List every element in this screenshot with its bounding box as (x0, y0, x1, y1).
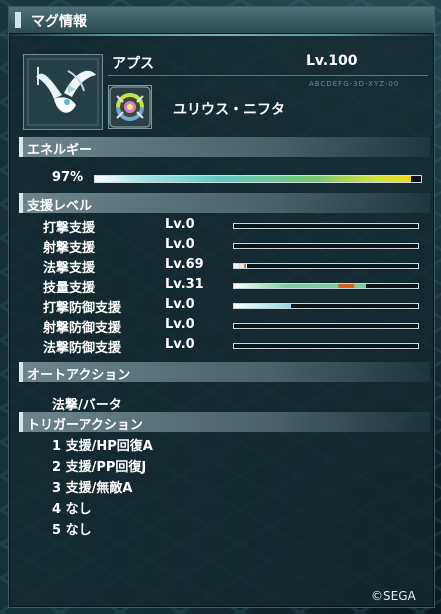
support-progress-bar (233, 283, 419, 289)
support-progress-bar (233, 303, 419, 309)
support-row: 打撃支援 Lv.0 (43, 217, 423, 236)
mag-info-panel: マグ情報 アプス Lv.100 ABCDEFG-3D-XYZ-00 ユリウス・ニ… (8, 6, 435, 608)
support-row: 技量支援 Lv.31 (43, 277, 423, 296)
support-progress-bar (233, 343, 419, 349)
support-row: 射撃防御支援 Lv.0 (43, 317, 423, 336)
energy-header: エネルギー (19, 137, 430, 158)
support-label: 法撃防御支援 (43, 341, 122, 356)
support-level: Lv.0 (165, 217, 195, 232)
support-progress-fill (234, 304, 292, 308)
auto-action-header: オートアクション (19, 362, 430, 383)
support-progress-bar (233, 243, 419, 249)
auto-action-header-label: オートアクション (27, 368, 131, 383)
support-row: 射撃支援 Lv.0 (43, 237, 423, 256)
mag-name: アプス (112, 56, 154, 72)
energy-percent: 97% (52, 170, 84, 185)
support-level: Lv.0 (165, 317, 195, 332)
support-row: 法撃支援 Lv.69 (43, 257, 423, 276)
glow-line (0, 34, 441, 36)
support-progress-bar (233, 223, 419, 229)
winged-mag-icon (24, 55, 102, 129)
support-level: Lv.69 (165, 257, 204, 272)
energy-header-label: エネルギー (27, 143, 93, 158)
title-bar[interactable]: マグ情報 (9, 7, 434, 35)
support-header-label: 支援レベル (27, 199, 93, 214)
trigger-item: 2 支援/PP回復J (52, 460, 147, 475)
support-level: Lv.0 (165, 337, 195, 352)
trigger-action-header: トリガーアクション (19, 412, 430, 433)
photon-blast-icon (109, 86, 151, 128)
auto-action-value: 法撃/バータ (52, 398, 122, 413)
trigger-item: 5 なし (52, 523, 92, 538)
support-progress-bar (233, 323, 419, 329)
divider (108, 75, 428, 76)
trigger-item: 1 支援/HP回復A (52, 439, 153, 454)
trigger-item: 4 なし (52, 502, 92, 517)
support-progress-fill (234, 264, 247, 268)
window-title: マグ情報 (31, 14, 87, 30)
trigger-item: 3 支援/無敵A (52, 481, 133, 496)
support-progress-bar (233, 263, 419, 269)
support-level: Lv.0 (165, 237, 195, 252)
support-label: 射撃防御支援 (43, 321, 122, 336)
support-header: 支援レベル (19, 193, 430, 214)
energy-bar (94, 175, 422, 183)
title-accent (15, 12, 21, 28)
trigger-action-header-label: トリガーアクション (27, 418, 143, 433)
mag-portrait (23, 54, 103, 130)
support-label: 技量支援 (43, 281, 96, 296)
support-label: 法撃支援 (43, 261, 96, 276)
photon-blast-name: ユリウス・ニフタ (173, 102, 285, 118)
support-label: 打撃防御支援 (43, 301, 122, 316)
support-row: 法撃防御支援 Lv.0 (43, 337, 423, 356)
support-label: 打撃支援 (43, 221, 96, 236)
support-label: 射撃支援 (43, 241, 96, 256)
support-level: Lv.0 (165, 297, 195, 312)
energy-bar-fill (95, 176, 412, 182)
copyright: ©SEGA (371, 589, 416, 603)
mag-level: Lv.100 (306, 53, 358, 69)
photon-blast-slot[interactable] (108, 85, 152, 129)
faint-code: ABCDEFG-3D-XYZ-00 (309, 80, 400, 88)
support-level: Lv.31 (165, 277, 204, 292)
support-progress-fill (234, 284, 367, 288)
support-row: 打撃防御支援 Lv.0 (43, 297, 423, 316)
